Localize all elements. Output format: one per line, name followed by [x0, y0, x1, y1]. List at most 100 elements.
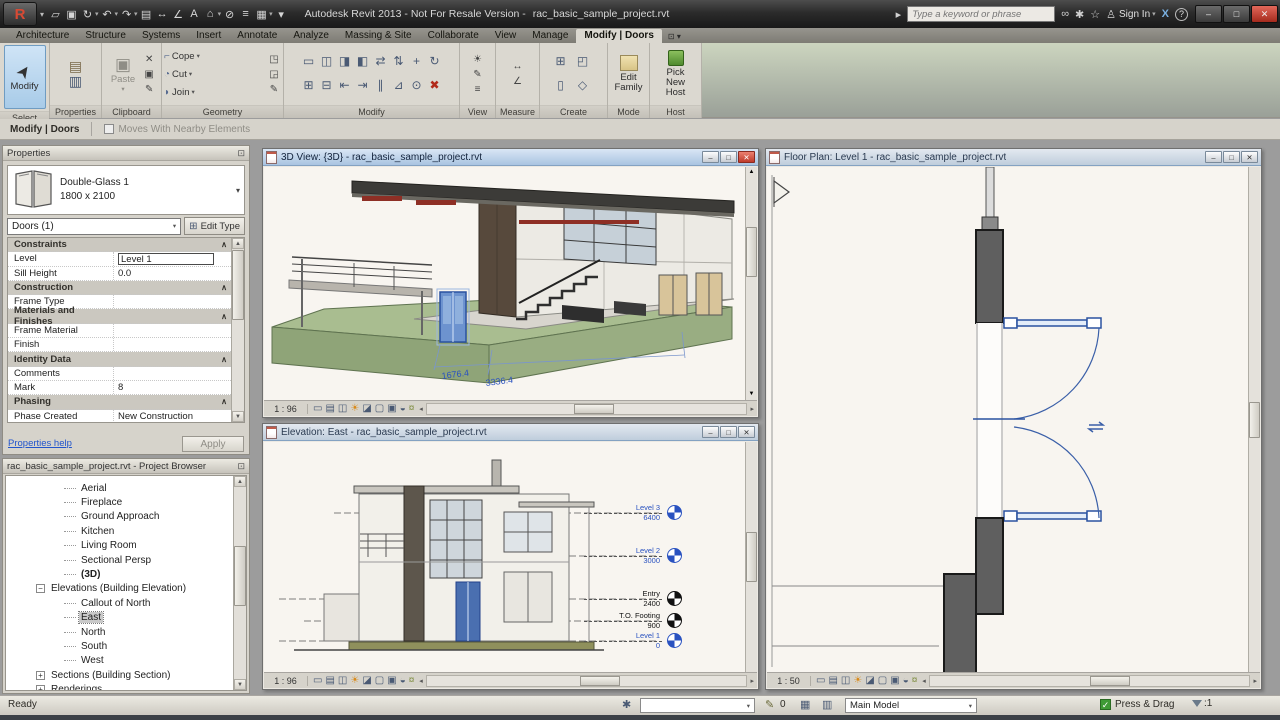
browser-item-south[interactable]: South [6, 639, 233, 653]
measure-tool-0-icon[interactable]: ↔ [511, 60, 525, 73]
scroll-left-icon[interactable]: ◂ [419, 677, 423, 685]
sun-path-icon[interactable]: ☀ [350, 675, 359, 686]
property-row-comments[interactable]: Comments [8, 366, 231, 381]
default-3d-view-button[interactable]: ⌂ [203, 5, 218, 23]
elevation-title-bar[interactable]: Elevation: East - rac_basic_sample_proje… [263, 424, 758, 441]
scroll-up-icon[interactable]: ▲ [232, 238, 244, 249]
cope-button[interactable]: ⌐ Cope ▾ [164, 48, 264, 64]
panel-label-view[interactable]: View [460, 105, 495, 118]
pick-new-host-button[interactable]: Pick New Host [652, 48, 699, 100]
modify-tool-13-icon[interactable]: ⊿ [390, 74, 408, 96]
reveal-hidden-icon[interactable]: ¤ [409, 403, 415, 414]
modify-tool-8-icon[interactable]: ⊞ [300, 74, 318, 96]
sync-with-central-button[interactable]: ↻ [80, 5, 95, 23]
browser-item-east[interactable]: East [6, 611, 233, 625]
copy-icon[interactable]: ▣ [142, 68, 156, 81]
visual-style-icon[interactable]: ◫ [841, 675, 850, 686]
modify-tool-1-icon[interactable]: ◫ [318, 50, 336, 72]
undo-button[interactable]: ↶ [100, 5, 115, 23]
create-tool-0-icon[interactable]: ⊞ [552, 50, 570, 72]
scroll-right-icon[interactable]: ▸ [750, 405, 754, 413]
window-elevation-east[interactable]: Elevation: East - rac_basic_sample_proje… [262, 423, 759, 690]
elevation-vscrollbar[interactable] [745, 442, 757, 672]
modify-tool-10-icon[interactable]: ⇤ [336, 74, 354, 96]
wall-joins-icon[interactable]: ◳ [267, 53, 281, 66]
create-tool-3-icon[interactable]: ◇ [574, 74, 592, 96]
apply-button[interactable]: Apply [182, 435, 244, 452]
beam-joins-icon[interactable]: ◲ [267, 68, 281, 81]
browser-item-sectional-persp[interactable]: Sectional Persp [6, 553, 233, 567]
browser-item-sections-building-section-[interactable]: + Sections (Building Section) [6, 668, 233, 682]
collapse-icon[interactable]: − [36, 584, 45, 594]
expand-icon[interactable]: + [36, 670, 45, 680]
open-button[interactable]: ▱ [48, 5, 63, 23]
tab-systems[interactable]: Systems [134, 29, 188, 43]
property-group-identity-data[interactable]: Identity Data ∧ [8, 352, 231, 367]
tab-collaborate[interactable]: Collaborate [420, 29, 487, 43]
panel-label-properties[interactable]: Properties [50, 105, 101, 118]
3d-view-vscrollbar[interactable]: ▲ ▼ [745, 167, 757, 400]
browser-item--3d-[interactable]: (3D) [6, 567, 233, 581]
modify-tool-0-icon[interactable]: ▭ [300, 50, 318, 72]
sun-path-icon[interactable]: ☀ [853, 675, 862, 686]
minimize-button[interactable]: – [1195, 5, 1222, 23]
sun-path-icon[interactable]: ☀ [350, 403, 359, 414]
scroll-right-icon[interactable]: ▸ [1253, 677, 1257, 685]
scroll-down-icon[interactable]: ▼ [232, 411, 244, 422]
3d-view-canvas[interactable]: 1676.4 3336.4 ▲ ▼ [264, 167, 757, 400]
3d-view-title-bar[interactable]: 3D View: {3D} - rac_basic_sample_project… [263, 149, 758, 166]
modify-tool-12-icon[interactable]: ∥ [372, 74, 390, 96]
scale-button[interactable]: 1 : 50 [767, 675, 811, 686]
properties-help-link[interactable]: Properties help [8, 438, 72, 449]
modify-tool-14-icon[interactable]: ⊙ [408, 74, 426, 96]
child-minimize-button[interactable]: – [1205, 151, 1222, 163]
tab-structure[interactable]: Structure [77, 29, 134, 43]
section-button[interactable]: ⊘ [222, 5, 237, 23]
tab-modify-doors[interactable]: Modify | Doors [576, 29, 662, 43]
worksets-icon[interactable]: ✱ [622, 698, 631, 711]
browser-item-west[interactable]: West [6, 654, 233, 668]
zoom-fit-icon[interactable]: ▭ [816, 675, 825, 686]
redo-button[interactable]: ↷ [119, 5, 134, 23]
scrollbar-thumb[interactable] [232, 250, 244, 320]
edit-family-button[interactable]: Edit Family [610, 53, 647, 95]
search-go-icon[interactable]: ▸ [896, 8, 902, 21]
scroll-up-icon[interactable]: ▲ [234, 476, 246, 487]
property-group-construction[interactable]: Construction ∧ [8, 280, 231, 296]
palette-menu-icon[interactable]: ⊡ [237, 148, 245, 159]
child-close-button[interactable]: ✕ [738, 151, 755, 163]
scroll-down-icon[interactable]: ▼ [234, 679, 246, 690]
communication-center-icon[interactable]: ✱ [1075, 8, 1084, 21]
join-button[interactable]: ◗ Join ▾ [164, 84, 264, 100]
browser-scrollbar[interactable]: ▲ ▼ [233, 476, 246, 690]
property-row-phase-created[interactable]: Phase Created New Construction [8, 409, 231, 422]
panel-label-measure[interactable]: Measure [496, 105, 539, 118]
browser-item-kitchen[interactable]: Kitchen [6, 524, 233, 538]
type-selector-caret-icon[interactable]: ▾ [236, 186, 240, 195]
view-tool-0-icon[interactable]: ☀ [471, 53, 485, 66]
zoom-fit-icon[interactable]: ▭ [313, 675, 322, 686]
shadows-icon[interactable]: ◪ [362, 403, 371, 414]
thin-lines-button[interactable]: ≡ [238, 5, 253, 23]
cut-geometry-button[interactable]: ◔ Cut ▾ [164, 66, 264, 82]
tab-manage[interactable]: Manage [524, 29, 576, 43]
crop-view-icon[interactable]: ▢ [878, 675, 887, 686]
modify-tool-4-icon[interactable]: ⇄ [372, 50, 390, 72]
restore-button[interactable]: □ [1223, 5, 1250, 23]
scroll-right-icon[interactable]: ▸ [750, 677, 754, 685]
show-crop-icon[interactable]: ▣ [387, 403, 396, 414]
browser-item-renderings[interactable]: + Renderings [6, 682, 233, 690]
revit-app-menu-button[interactable]: R [3, 2, 37, 26]
design-options-icon[interactable]: ▦ [800, 698, 810, 711]
create-tool-1-icon[interactable]: ◰ [574, 50, 592, 72]
undo-caret-icon[interactable]: ▾ [115, 10, 119, 18]
visual-style-icon[interactable]: ◫ [338, 675, 347, 686]
properties-palette-header[interactable]: Properties ⊡ [3, 146, 249, 161]
child-close-button[interactable]: ✕ [738, 426, 755, 438]
create-tool-2-icon[interactable]: ▯ [552, 74, 570, 96]
shadows-icon[interactable]: ◪ [362, 675, 371, 686]
redo-caret-icon[interactable]: ▾ [134, 10, 138, 18]
scale-button[interactable]: 1 : 96 [264, 675, 308, 686]
show-crop-icon[interactable]: ▣ [890, 675, 899, 686]
child-restore-button[interactable]: □ [720, 426, 737, 438]
